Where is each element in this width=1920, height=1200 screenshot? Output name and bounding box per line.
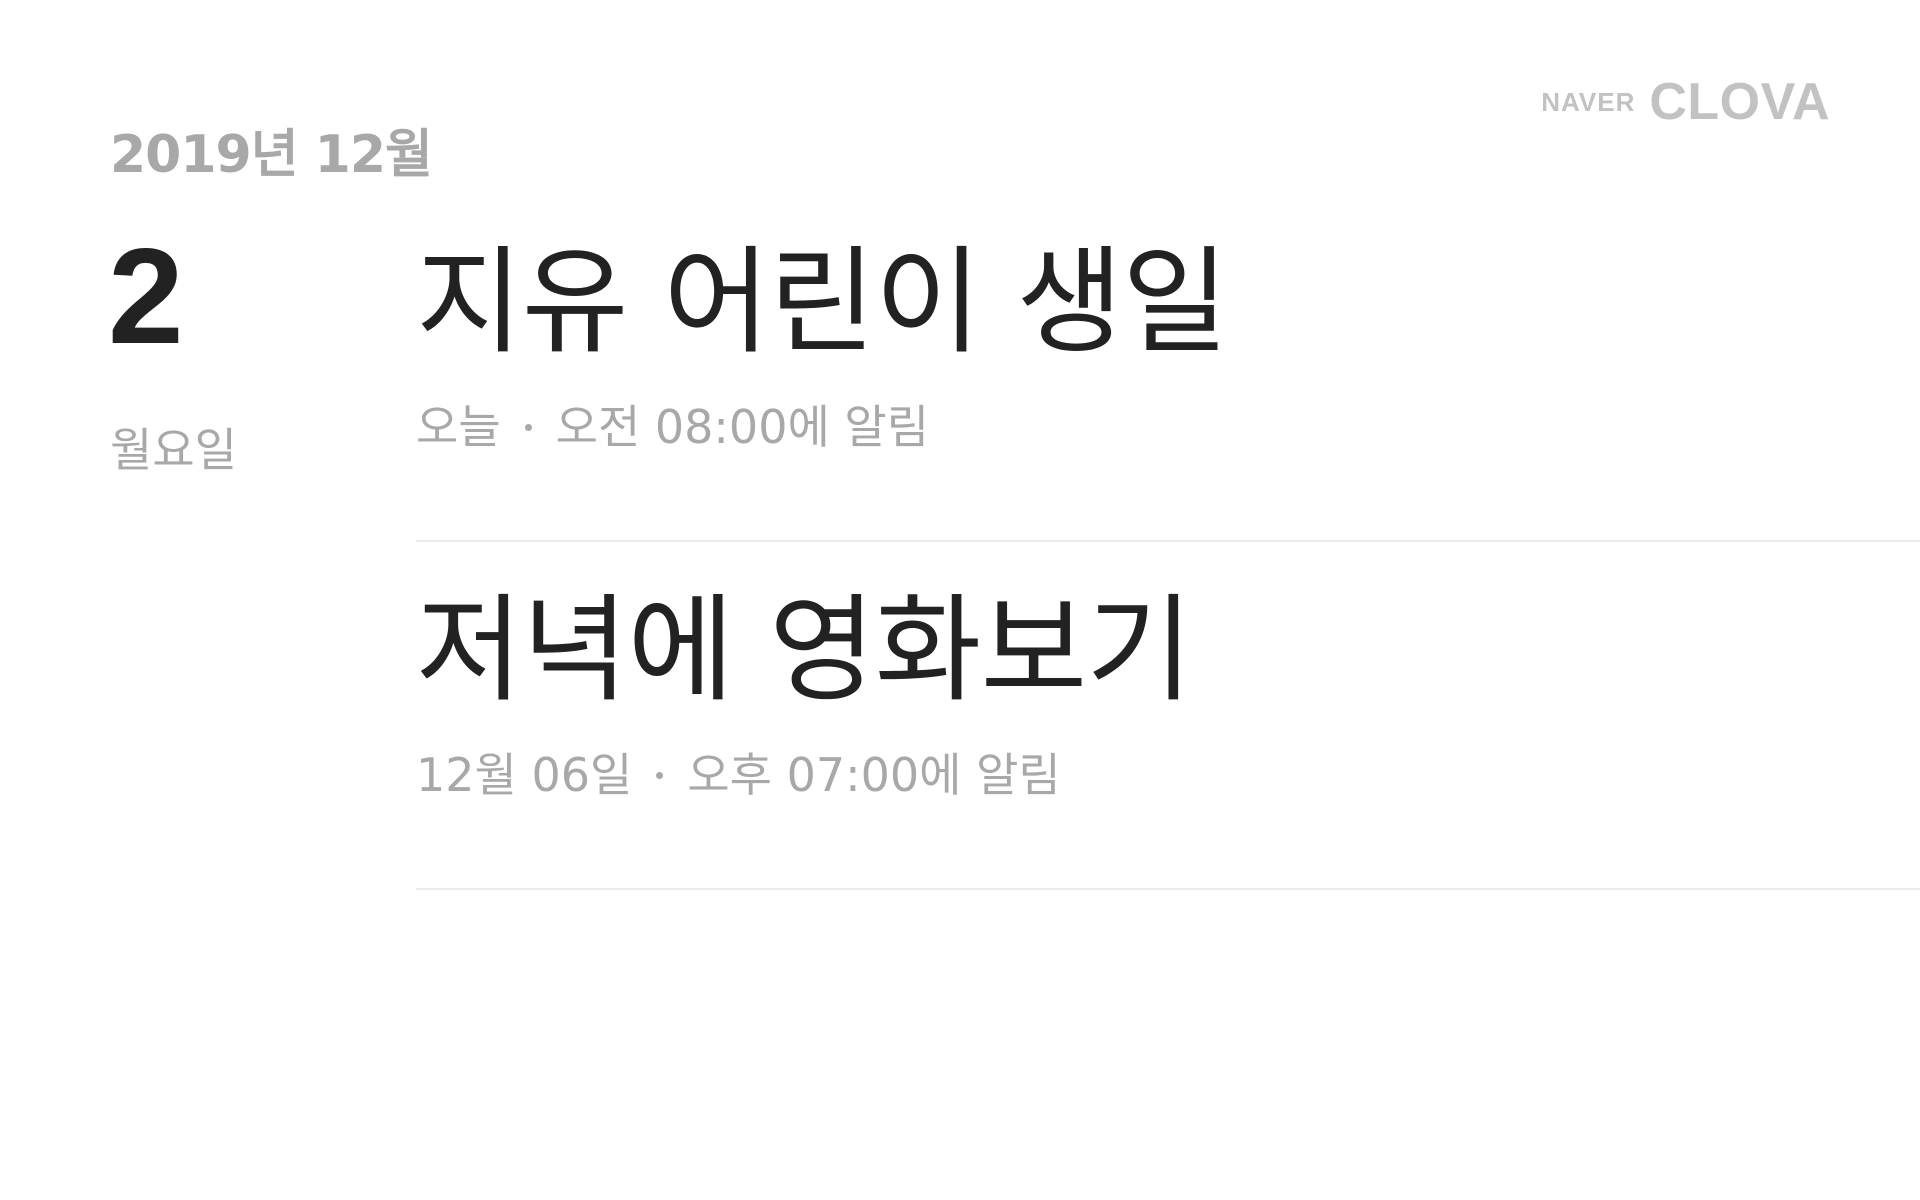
separator-dot-icon	[524, 424, 532, 432]
divider	[416, 540, 1920, 542]
weekday-label: 월요일	[110, 423, 237, 477]
event-title: 저녁에 영화보기	[416, 583, 1193, 718]
separator-dot-icon	[656, 772, 664, 780]
clova-logo: NAVER CLOVA	[1528, 73, 1830, 131]
event-meta: 12월 06일 오후 07:00에 알림	[416, 748, 1061, 803]
event-item[interactable]: 지유 어린이 생일 오늘 오전 08:00에 알림	[416, 226, 1920, 572]
day-number: 2	[108, 220, 184, 372]
month-label: 2019년 12월	[110, 125, 433, 185]
naver-wordmark: NAVER	[1541, 86, 1636, 117]
event-date: 12월 06일	[416, 748, 633, 802]
event-alarm: 오전 08:00에 알림	[555, 400, 930, 454]
divider	[416, 888, 1920, 890]
event-alarm: 오후 07:00에 알림	[687, 748, 1061, 802]
event-date: 오늘	[416, 400, 501, 454]
clova-wordmark: CLOVA	[1649, 73, 1830, 131]
event-meta: 오늘 오전 08:00에 알림	[416, 400, 929, 455]
event-item[interactable]: 저녁에 영화보기 12월 06일 오후 07:00에 알림	[416, 574, 1920, 920]
event-title: 지유 어린이 생일	[416, 235, 1229, 370]
